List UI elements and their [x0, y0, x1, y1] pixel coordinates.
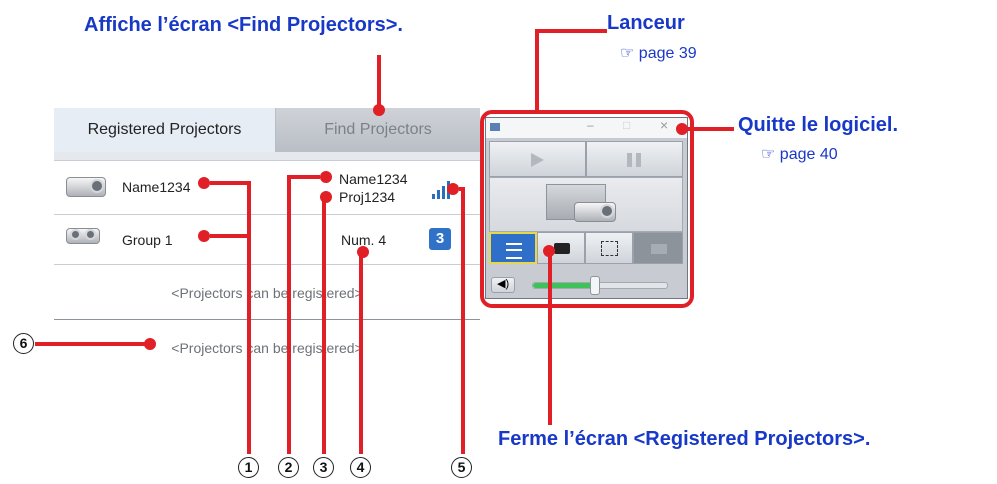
- pointing-hand-icon: ☞: [761, 146, 776, 163]
- launcher-page-label: page 39: [638, 45, 697, 62]
- empty-slot-label: <Projectors can be registered>: [171, 285, 363, 301]
- projector-detail-id: Proj1234: [339, 189, 396, 205]
- launcher-page-ref: ☞ page 39: [620, 43, 697, 63]
- group-row[interactable]: Group 1 Num. 4 3: [54, 214, 480, 265]
- group-badge: 3: [429, 228, 451, 250]
- launcher-highlight-frame: [480, 110, 694, 308]
- launcher-callout: Lanceur: [607, 12, 685, 34]
- registered-projectors-panel: Registered Projectors Find Projectors Na…: [54, 108, 480, 375]
- marker-3: 3: [313, 457, 334, 478]
- marker-2: 2: [278, 457, 299, 478]
- empty-slot-row[interactable]: <Projectors can be registered>: [54, 319, 480, 375]
- close-registered-callout: Ferme l’écran <Registered Projectors>.: [498, 428, 871, 450]
- projector-group-icon: [66, 228, 100, 244]
- marker-5: 5: [451, 457, 472, 478]
- quit-page-ref: ☞ page 40: [761, 144, 838, 164]
- projector-row[interactable]: Name1234 Name1234 Proj1234: [54, 160, 480, 215]
- projector-name: Name1234: [122, 179, 191, 195]
- projector-icon: [66, 177, 106, 197]
- marker-6: 6: [13, 333, 34, 354]
- marker-4: 4: [350, 457, 371, 478]
- pointing-hand-icon: ☞: [620, 45, 635, 62]
- projector-detail-name: Name1234: [339, 171, 408, 187]
- tab-registered-projectors[interactable]: Registered Projectors: [54, 108, 276, 152]
- empty-slot-row[interactable]: <Projectors can be registered>: [54, 264, 480, 320]
- find-screen-callout: Affiche l’écran <Find Projectors>.: [84, 14, 403, 36]
- quit-callout: Quitte le logiciel.: [738, 114, 899, 136]
- group-name: Group 1: [122, 232, 173, 248]
- marker-1: 1: [238, 457, 259, 478]
- quit-page-label: page 40: [779, 146, 838, 163]
